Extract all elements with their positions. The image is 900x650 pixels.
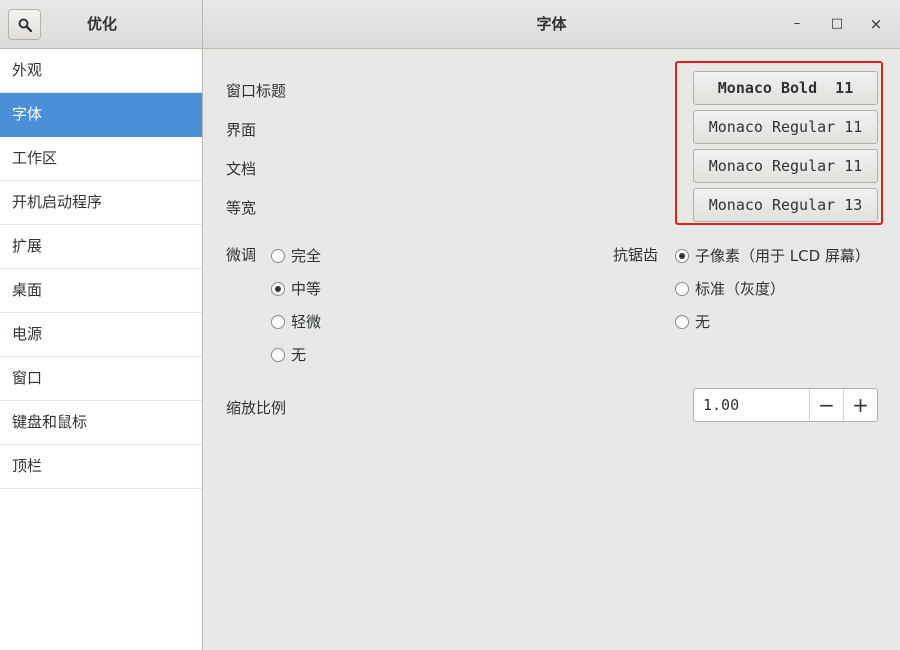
antialiasing-none-label: 无 [695, 313, 711, 331]
hinting-none-option[interactable]: 无 [271, 344, 306, 365]
sidebar-item-windows[interactable]: 窗口 [0, 357, 202, 401]
sidebar: 外观 字体 工作区 开机启动程序 扩展 桌面 电源 窗口 键盘和鼠标 顶栏 [0, 49, 203, 650]
scaling-factor-input[interactable]: 1.00 [694, 389, 809, 421]
monospace-font-label: 等宽 [226, 199, 257, 217]
close-button[interactable]: × [866, 14, 886, 34]
window-title-font-label: 窗口标题 [226, 82, 287, 100]
minimize-button[interactable]: – [787, 14, 807, 34]
sidebar-item-workspaces[interactable]: 工作区 [0, 137, 202, 181]
radio-button[interactable] [675, 281, 689, 296]
hinting-label: 微调 [226, 246, 257, 264]
monospace-font-button[interactable]: Monaco Regular 13 [693, 188, 878, 222]
search-icon [18, 18, 32, 32]
hinting-full-label: 完全 [291, 247, 322, 265]
app-title: 优化 [86, 15, 117, 33]
radio-button[interactable] [271, 314, 285, 329]
document-font-label: 文档 [226, 160, 257, 178]
sidebar-item-keyboard-mouse[interactable]: 键盘和鼠标 [0, 401, 202, 445]
tweaks-window: 优化 字体 – □ × 外观 字体 工作区 开机启动程序 扩展 桌面 电源 窗口… [0, 0, 900, 650]
hinting-slight-label: 轻微 [291, 313, 322, 331]
hinting-medium-label: 中等 [291, 280, 322, 298]
window-title-font-button[interactable]: Monaco Bold 11 [693, 71, 878, 105]
decrement-button[interactable]: − [809, 389, 843, 421]
sidebar-item-power[interactable]: 电源 [0, 313, 202, 357]
header-bar: 优化 字体 – □ × [0, 0, 900, 49]
antialiasing-none-option[interactable]: 无 [675, 311, 710, 332]
hinting-full-option[interactable]: 完全 [271, 245, 321, 266]
sidebar-header: 优化 [0, 0, 203, 48]
antialiasing-subpixel-option[interactable]: 子像素（用于 LCD 屏幕） [675, 245, 870, 266]
fonts-panel: 窗口标题 界面 文档 等宽 Monaco Bold 11 Monaco Regu… [203, 49, 900, 650]
sidebar-item-extensions[interactable]: 扩展 [0, 225, 202, 269]
hinting-slight-option[interactable]: 轻微 [271, 311, 321, 332]
hinting-none-label: 无 [291, 346, 307, 364]
maximize-button[interactable]: □ [827, 14, 847, 34]
interface-font-button[interactable]: Monaco Regular 11 [693, 110, 878, 144]
sidebar-item-top-bar[interactable]: 顶栏 [0, 445, 202, 489]
antialiasing-subpixel-label: 子像素（用于 LCD 屏幕） [695, 247, 870, 265]
antialiasing-standard-option[interactable]: 标准（灰度） [675, 278, 785, 299]
sidebar-item-desktop[interactable]: 桌面 [0, 269, 202, 313]
sidebar-item-appearance[interactable]: 外观 [0, 49, 202, 93]
sidebar-item-fonts[interactable]: 字体 [0, 93, 202, 137]
search-button[interactable] [8, 9, 41, 40]
interface-font-label: 界面 [226, 121, 257, 139]
scaling-factor-spinbutton: 1.00 − + [693, 388, 878, 422]
radio-button[interactable] [271, 248, 285, 263]
radio-button-checked[interactable] [675, 248, 689, 263]
increment-button[interactable]: + [843, 389, 877, 421]
hinting-medium-option[interactable]: 中等 [271, 278, 321, 299]
scaling-factor-label: 缩放比例 [226, 399, 287, 417]
sidebar-item-startup-applications[interactable]: 开机启动程序 [0, 181, 202, 225]
antialiasing-label: 抗锯齿 [613, 246, 659, 264]
document-font-button[interactable]: Monaco Regular 11 [693, 149, 878, 183]
antialiasing-standard-label: 标准（灰度） [695, 280, 786, 298]
radio-button-checked[interactable] [271, 281, 285, 296]
radio-button[interactable] [675, 314, 689, 329]
radio-button[interactable] [271, 347, 285, 362]
